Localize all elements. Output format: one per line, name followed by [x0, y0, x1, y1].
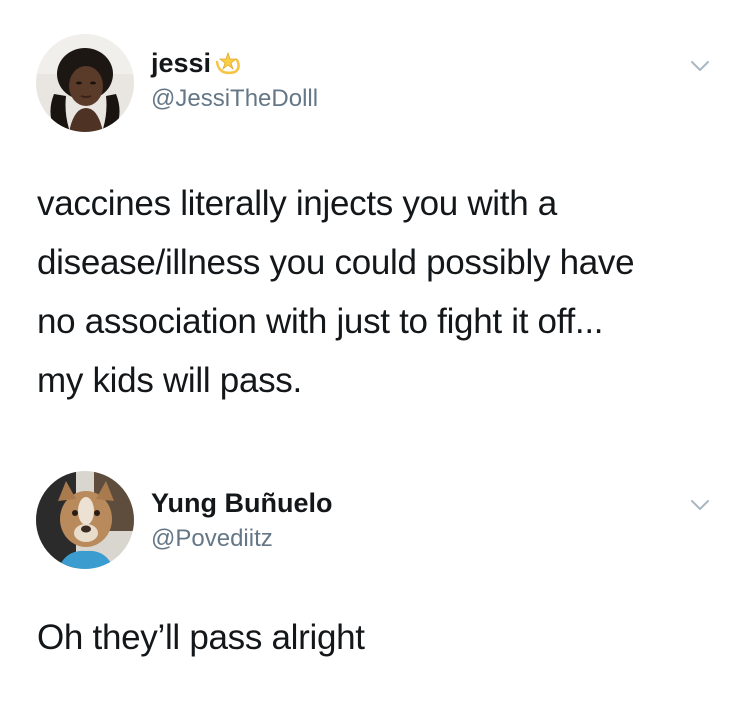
dizzy-star-emoji-icon — [213, 48, 243, 78]
avatar-yung-bunuelo[interactable] — [36, 471, 134, 569]
avatar-jessi[interactable] — [36, 34, 134, 132]
display-name-text: Yung Buñuelo — [151, 488, 333, 518]
tweet-text: vaccines literally injects you with a di… — [37, 174, 727, 410]
author-info: Yung Buñuelo @Povediitz — [151, 487, 333, 554]
profile-photo — [36, 471, 134, 569]
display-name-text: jessi — [151, 48, 212, 78]
profile-photo — [36, 34, 134, 132]
user-handle[interactable]: @JessiTheDolll — [151, 84, 318, 114]
chevron-down-icon[interactable] — [688, 493, 712, 517]
chevron-down-icon[interactable] — [688, 54, 712, 78]
tweet-text-line: Oh they’ll pass alright — [37, 618, 365, 657]
tweet-text-line: no association with just to fight it off… — [37, 302, 604, 341]
tweet-reply: Yung Buñuelo @Povediitz Oh they’ll pass … — [0, 440, 750, 707]
tweet-original: jessi @JessiTheDolll vaccines literally … — [0, 0, 750, 440]
display-name[interactable]: Yung Buñuelo — [151, 487, 333, 519]
author-info: jessi @JessiTheDolll — [151, 47, 318, 114]
tweet-text-line: vaccines literally injects you with a — [37, 184, 557, 223]
tweet-text: Oh they’ll pass alright — [37, 608, 727, 667]
tweet-text-line: disease/illness you could possibly have — [37, 243, 635, 282]
user-handle[interactable]: @Povediitz — [151, 524, 333, 554]
tweet-text-line: my kids will pass. — [37, 361, 302, 400]
display-name[interactable]: jessi — [151, 47, 318, 79]
